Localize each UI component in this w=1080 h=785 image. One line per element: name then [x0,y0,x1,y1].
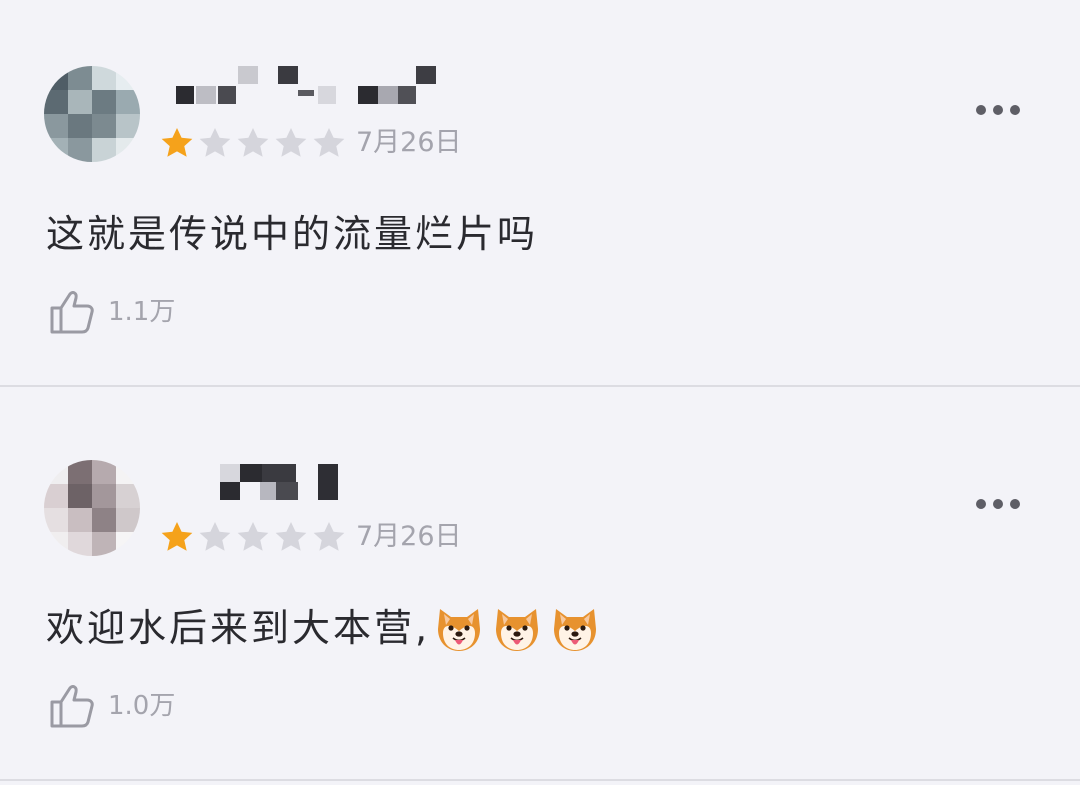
star-empty-icon [313,521,345,551]
dog-face-emoji-icon [438,608,481,651]
star-filled-icon [161,521,193,551]
like-button[interactable]: 1.0万 [46,680,175,732]
star-empty-icon [199,127,231,157]
dog-face-emoji-icon [554,608,597,651]
username-redacted[interactable] [176,56,446,110]
star-filled-icon [161,127,193,157]
more-dots-icon[interactable] [976,494,1024,514]
star-empty-icon [237,521,269,551]
comment-text: 这就是传说中的流量烂片吗 [46,212,539,256]
comment-date: 7月26日 [356,127,462,158]
avatar[interactable] [44,460,140,556]
thumbs-up-icon [50,291,94,334]
rating-stars [158,518,348,556]
divider [0,779,1080,781]
star-empty-icon [275,127,307,157]
divider [0,385,1080,387]
avatar[interactable] [44,66,140,162]
dog-face-emoji-icon [496,608,539,651]
comment-text: 欢迎水后来到大本营, [46,602,600,656]
star-empty-icon [199,521,231,551]
star-empty-icon [237,127,269,157]
username-redacted[interactable] [176,454,356,508]
like-count: 1.0万 [108,691,176,721]
star-empty-icon [275,521,307,551]
star-empty-icon [313,127,345,157]
emoji-row [434,603,600,653]
comment-date: 7月26日 [356,521,462,552]
thumbs-up-icon [50,685,94,728]
comment-item: 7月26日 欢迎水后来到大本营, 1.0万 [0,394,1080,780]
like-button[interactable]: 1.1万 [46,286,175,338]
more-dots-icon[interactable] [976,100,1024,120]
rating-stars [158,124,348,162]
like-count: 1.1万 [108,297,176,327]
comment-text-content: 欢迎水后来到大本营, [46,606,431,650]
comment-item: 7月26日 这就是传说中的流量烂片吗 1.1万 [0,0,1080,386]
